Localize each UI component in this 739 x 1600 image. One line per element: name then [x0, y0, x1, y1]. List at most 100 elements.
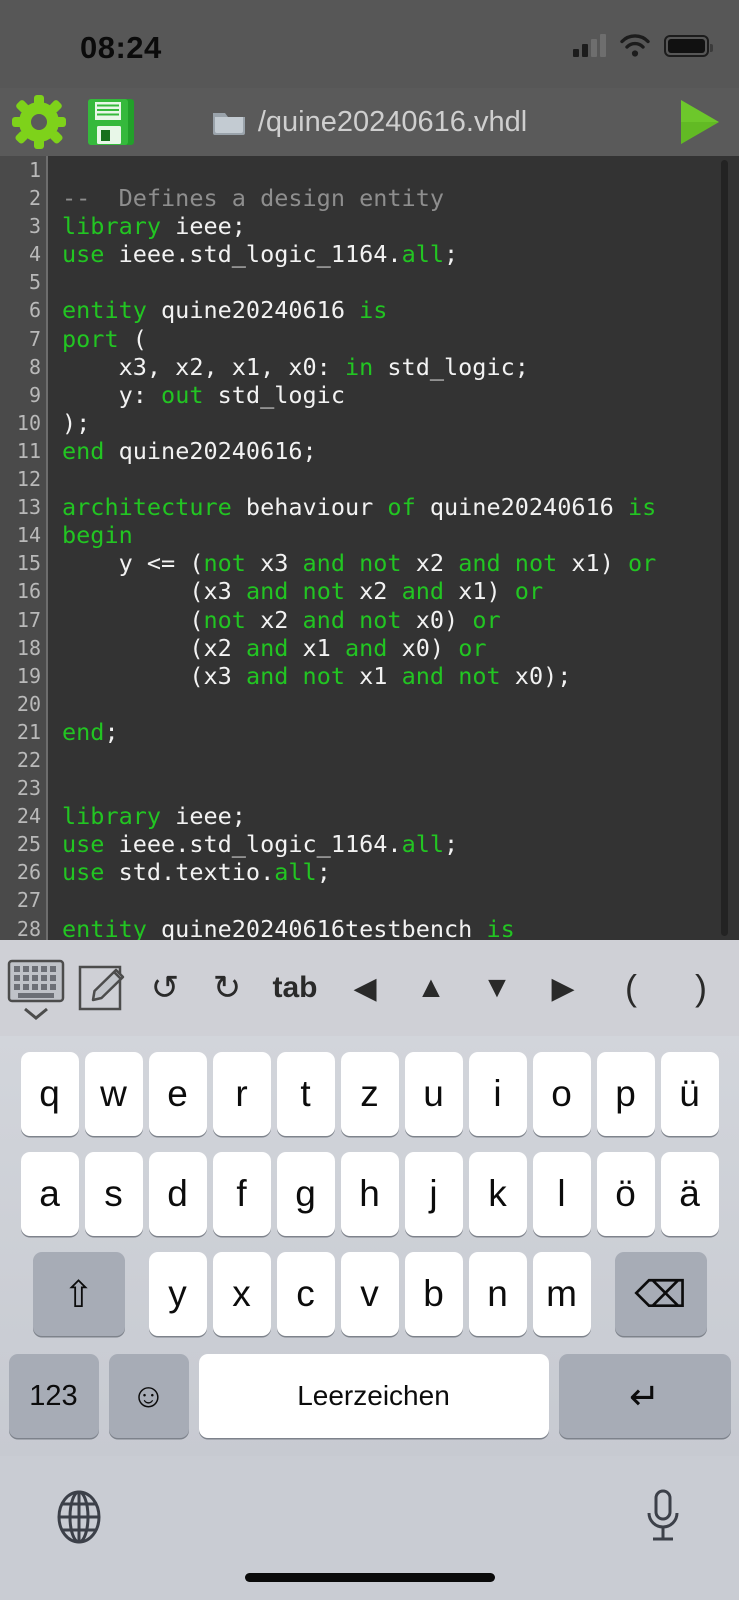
key-k[interactable]: k — [469, 1152, 527, 1236]
code-line[interactable] — [50, 774, 739, 802]
key-t[interactable]: t — [277, 1052, 335, 1136]
code-content[interactable]: -- Defines a design entitylibrary ieee;u… — [50, 156, 739, 940]
code-token: behaviour — [232, 493, 388, 521]
code-line[interactable]: (x2 and x1 and x0) or — [50, 634, 739, 662]
code-token: std.textio. — [104, 858, 274, 886]
code-token: all — [402, 830, 444, 858]
code-editor[interactable]: 1234567891011121314151617181920212223242… — [0, 156, 739, 940]
code-token: (x2 — [62, 634, 246, 662]
numbers-key[interactable]: 123 — [9, 1354, 99, 1438]
line-number: 18 — [0, 634, 48, 662]
key-x[interactable]: x — [213, 1252, 271, 1336]
undo-button[interactable]: ↺ — [134, 968, 196, 1008]
globe-language-icon[interactable] — [50, 1488, 108, 1546]
key-y[interactable]: y — [149, 1252, 207, 1336]
editor-scrollbar[interactable] — [721, 160, 728, 936]
paren-open-button[interactable]: ( — [596, 967, 666, 1009]
code-line[interactable] — [50, 156, 739, 184]
tab-button[interactable]: tab — [258, 971, 332, 1005]
code-line[interactable]: use ieee.std_logic_1164.all; — [50, 240, 739, 268]
edit-pencil-icon[interactable] — [72, 940, 134, 1036]
code-line[interactable]: architecture behaviour of quine20240616 … — [50, 493, 739, 521]
code-line[interactable] — [50, 886, 739, 914]
code-line[interactable]: -- Defines a design entity — [50, 184, 739, 212]
key-v[interactable]: v — [341, 1252, 399, 1336]
key-e[interactable]: e — [149, 1052, 207, 1136]
line-number-gutter: 1234567891011121314151617181920212223242… — [0, 156, 48, 940]
key-h[interactable]: h — [341, 1152, 399, 1236]
key-f[interactable]: f — [213, 1152, 271, 1236]
code-token: (x3 — [62, 577, 246, 605]
key-z[interactable]: z — [341, 1052, 399, 1136]
code-line[interactable] — [50, 268, 739, 296]
key-ä[interactable]: ä — [661, 1152, 719, 1236]
arrow-left-button[interactable]: ◀ — [332, 971, 398, 1006]
code-line[interactable]: entity quine20240616 is — [50, 296, 739, 324]
key-j[interactable]: j — [405, 1152, 463, 1236]
return-key[interactable]: ↵ — [559, 1354, 731, 1438]
code-line[interactable] — [50, 690, 739, 718]
hide-keyboard-icon[interactable] — [0, 940, 72, 1036]
code-token — [345, 606, 359, 634]
play-run-icon[interactable] — [673, 96, 725, 148]
code-token: library — [62, 802, 161, 830]
cellular-signal-icon — [573, 35, 606, 57]
code-line[interactable]: (x3 and not x2 and x1) or — [50, 577, 739, 605]
code-line[interactable]: x3, x2, x1, x0: in std_logic; — [50, 353, 739, 381]
key-ü[interactable]: ü — [661, 1052, 719, 1136]
code-line[interactable]: ); — [50, 409, 739, 437]
line-number: 10 — [0, 409, 48, 437]
code-token: not — [359, 606, 401, 634]
code-line[interactable]: end; — [50, 718, 739, 746]
arrow-up-button[interactable]: ▲ — [398, 971, 464, 1005]
gear-icon[interactable] — [12, 95, 66, 149]
paren-close-button[interactable]: ) — [666, 967, 736, 1009]
key-b[interactable]: b — [405, 1252, 463, 1336]
code-token: -- Defines a design entity — [62, 184, 444, 212]
line-number: 28 — [0, 915, 48, 940]
arrow-down-button[interactable]: ▼ — [464, 971, 530, 1005]
code-line[interactable]: use std.textio.all; — [50, 858, 739, 886]
key-n[interactable]: n — [469, 1252, 527, 1336]
code-line[interactable]: port ( — [50, 325, 739, 353]
emoji-key[interactable]: ☺ — [109, 1354, 189, 1438]
key-r[interactable]: r — [213, 1052, 271, 1136]
key-i[interactable]: i — [469, 1052, 527, 1136]
code-line[interactable]: library ieee; — [50, 212, 739, 240]
code-line[interactable]: begin — [50, 521, 739, 549]
backspace-key[interactable]: ⌫ — [615, 1252, 707, 1336]
key-l[interactable]: l — [533, 1152, 591, 1236]
key-s[interactable]: s — [85, 1152, 143, 1236]
code-line[interactable] — [50, 465, 739, 493]
code-token: and — [402, 662, 444, 690]
code-line[interactable]: y: out std_logic — [50, 381, 739, 409]
arrow-right-button[interactable]: ▶ — [530, 971, 596, 1006]
key-p[interactable]: p — [597, 1052, 655, 1136]
key-d[interactable]: d — [149, 1152, 207, 1236]
key-m[interactable]: m — [533, 1252, 591, 1336]
key-a[interactable]: a — [21, 1152, 79, 1236]
code-line[interactable]: (not x2 and not x0) or — [50, 606, 739, 634]
shift-key[interactable]: ⇧ — [33, 1252, 125, 1336]
code-token: port — [62, 325, 119, 353]
key-q[interactable]: q — [21, 1052, 79, 1136]
key-w[interactable]: w — [85, 1052, 143, 1136]
code-line[interactable]: end quine20240616; — [50, 437, 739, 465]
key-c[interactable]: c — [277, 1252, 335, 1336]
code-token: all — [274, 858, 316, 886]
code-line[interactable]: use ieee.std_logic_1164.all; — [50, 830, 739, 858]
code-line[interactable]: library ieee; — [50, 802, 739, 830]
key-o[interactable]: o — [533, 1052, 591, 1136]
code-line[interactable]: y <= (not x3 and not x2 and not x1) or — [50, 549, 739, 577]
code-line[interactable]: entity quine20240616testbench is — [50, 915, 739, 940]
code-token — [288, 577, 302, 605]
space-key[interactable]: Leerzeichen — [199, 1354, 549, 1438]
redo-button[interactable]: ↻ — [196, 968, 258, 1008]
floppy-disk-save-icon[interactable] — [86, 97, 136, 147]
key-g[interactable]: g — [277, 1152, 335, 1236]
key-ö[interactable]: ö — [597, 1152, 655, 1236]
code-line[interactable] — [50, 746, 739, 774]
microphone-icon[interactable] — [643, 1488, 683, 1548]
key-u[interactable]: u — [405, 1052, 463, 1136]
code-line[interactable]: (x3 and not x1 and not x0); — [50, 662, 739, 690]
